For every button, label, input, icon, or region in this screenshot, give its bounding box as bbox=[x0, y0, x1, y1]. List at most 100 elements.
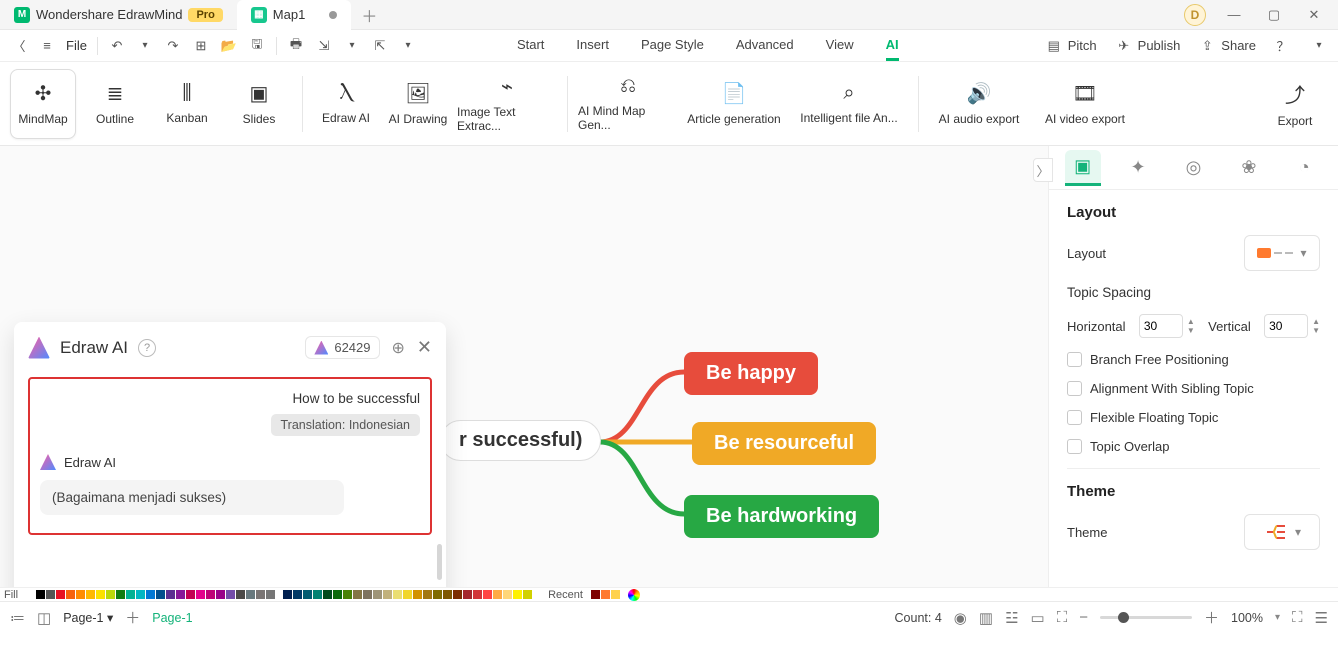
maximize-button[interactable]: ▢ bbox=[1256, 0, 1292, 30]
document-tab[interactable]: ▦ Map1 bbox=[237, 0, 352, 30]
split-view-icon[interactable]: ◫ bbox=[37, 609, 51, 627]
undo-icon[interactable]: ↶ bbox=[108, 37, 126, 55]
open-icon[interactable]: 📂 bbox=[220, 37, 238, 55]
fullscreen-icon[interactable]: ⛶ bbox=[1292, 609, 1303, 626]
color-swatch[interactable] bbox=[246, 590, 255, 599]
color-swatch[interactable] bbox=[403, 590, 412, 599]
redo-icon[interactable]: ↷ bbox=[164, 37, 182, 55]
branch-free-checkbox[interactable]: Branch Free Positioning bbox=[1067, 352, 1320, 367]
color-swatch[interactable] bbox=[26, 590, 35, 599]
cliparts-tab[interactable]: ❀ bbox=[1231, 150, 1267, 186]
help-icon[interactable]: ？ bbox=[1274, 37, 1292, 55]
close-panel-button[interactable]: ✕ bbox=[417, 337, 432, 358]
color-swatch[interactable] bbox=[373, 590, 382, 599]
color-swatch[interactable] bbox=[463, 590, 472, 599]
color-swatch[interactable] bbox=[36, 590, 45, 599]
recent-swatches[interactable] bbox=[591, 590, 620, 599]
menu-icon[interactable]: ≡ bbox=[38, 37, 56, 55]
color-palette-1[interactable] bbox=[26, 590, 275, 599]
topic-overlap-checkbox[interactable]: Topic Overlap bbox=[1067, 439, 1320, 454]
user-avatar[interactable]: D bbox=[1184, 4, 1206, 26]
color-swatch[interactable] bbox=[393, 590, 402, 599]
color-swatch[interactable] bbox=[503, 590, 512, 599]
tab-page-style[interactable]: Page Style bbox=[641, 31, 704, 61]
color-swatch[interactable] bbox=[206, 590, 215, 599]
color-swatch[interactable] bbox=[513, 590, 522, 599]
color-swatch[interactable] bbox=[293, 590, 302, 599]
help-caret-icon[interactable]: ▾ bbox=[1310, 37, 1328, 55]
slides-view-button[interactable]: ▣Slides bbox=[226, 69, 292, 139]
add-tokens-button[interactable]: ⊕ bbox=[392, 338, 405, 358]
edraw-ai-button[interactable]: ⲖEdraw AI bbox=[313, 69, 379, 139]
color-swatch[interactable] bbox=[156, 590, 165, 599]
layout-tab[interactable]: ▣ bbox=[1065, 150, 1101, 186]
layers-icon[interactable]: ☳ bbox=[1005, 609, 1018, 627]
tab-view[interactable]: View bbox=[826, 31, 854, 61]
share-button[interactable]: ⇪Share bbox=[1198, 37, 1256, 55]
outline-view-button[interactable]: ≣Outline bbox=[82, 69, 148, 139]
color-swatch[interactable] bbox=[136, 590, 145, 599]
style-tab[interactable]: ✦ bbox=[1120, 150, 1156, 186]
globe-icon[interactable]: ◉ bbox=[954, 609, 967, 627]
center-topic[interactable]: r successful) bbox=[440, 420, 601, 461]
color-swatch[interactable] bbox=[363, 590, 372, 599]
ai-video-button[interactable]: 🎞AI video export bbox=[1035, 69, 1135, 139]
color-swatch[interactable] bbox=[236, 590, 245, 599]
color-swatch[interactable] bbox=[216, 590, 225, 599]
layout-selector[interactable]: ▾ bbox=[1244, 235, 1320, 271]
color-swatch[interactable] bbox=[56, 590, 65, 599]
color-swatch[interactable] bbox=[323, 590, 332, 599]
back-icon[interactable]: 〈 bbox=[10, 37, 28, 55]
theme-selector[interactable]: ▾ bbox=[1244, 514, 1320, 550]
outline-toggle-icon[interactable]: ≔ bbox=[10, 609, 25, 627]
save-icon[interactable]: 🖫 bbox=[248, 37, 266, 55]
color-swatch[interactable] bbox=[196, 590, 205, 599]
collapse-panel-button[interactable]: 〉 bbox=[1033, 158, 1053, 182]
tab-insert[interactable]: Insert bbox=[576, 31, 609, 61]
color-swatch[interactable] bbox=[106, 590, 115, 599]
color-swatch[interactable] bbox=[601, 590, 610, 599]
color-swatch[interactable] bbox=[343, 590, 352, 599]
tab-advanced[interactable]: Advanced bbox=[736, 31, 794, 61]
image-text-extract-button[interactable]: ⌁Image Text Extrac... bbox=[457, 69, 557, 139]
active-page-label[interactable]: Page-1 bbox=[152, 611, 192, 625]
color-swatch[interactable] bbox=[591, 590, 600, 599]
minimize-button[interactable]: — bbox=[1216, 0, 1252, 30]
zoom-slider[interactable] bbox=[1100, 616, 1192, 619]
flexible-floating-checkbox[interactable]: Flexible Floating Topic bbox=[1067, 410, 1320, 425]
color-swatch[interactable] bbox=[423, 590, 432, 599]
export-button[interactable]: ⤴Export bbox=[1262, 69, 1328, 139]
color-swatch[interactable] bbox=[353, 590, 362, 599]
color-swatch[interactable] bbox=[46, 590, 55, 599]
color-swatch[interactable] bbox=[443, 590, 452, 599]
color-swatch[interactable] bbox=[493, 590, 502, 599]
color-swatch[interactable] bbox=[383, 590, 392, 599]
export-caret-icon[interactable]: ▾ bbox=[343, 37, 361, 55]
publish-button[interactable]: ✈Publish bbox=[1115, 37, 1181, 55]
color-swatch[interactable] bbox=[96, 590, 105, 599]
color-swatch[interactable] bbox=[226, 590, 235, 599]
color-swatch[interactable] bbox=[433, 590, 442, 599]
zoom-knob[interactable] bbox=[1118, 612, 1129, 623]
color-swatch[interactable] bbox=[66, 590, 75, 599]
horizontal-spinner[interactable]: ▲▼ bbox=[1139, 314, 1195, 338]
color-swatch[interactable] bbox=[126, 590, 135, 599]
ai-help-icon[interactable]: ? bbox=[138, 339, 156, 357]
child-topic-1[interactable]: Be happy bbox=[684, 352, 818, 395]
color-swatch[interactable] bbox=[333, 590, 342, 599]
kanban-view-button[interactable]: ⫼Kanban bbox=[154, 69, 220, 139]
color-swatch[interactable] bbox=[303, 590, 312, 599]
color-swatch[interactable] bbox=[116, 590, 125, 599]
grid-icon[interactable]: ▥ bbox=[979, 609, 993, 627]
print-icon[interactable]: 🖶 bbox=[287, 37, 305, 55]
close-window-button[interactable]: ✕ bbox=[1296, 0, 1332, 30]
color-swatch[interactable] bbox=[266, 590, 275, 599]
color-swatch[interactable] bbox=[256, 590, 265, 599]
page-fit-icon[interactable]: ▭ bbox=[1031, 609, 1045, 627]
panel-scrollbar-thumb[interactable] bbox=[437, 544, 442, 580]
tab-unsaved-dot[interactable] bbox=[329, 11, 337, 19]
color-swatch[interactable] bbox=[523, 590, 532, 599]
horizontal-input[interactable] bbox=[1139, 314, 1183, 338]
color-swatch[interactable] bbox=[483, 590, 492, 599]
color-swatch[interactable] bbox=[283, 590, 292, 599]
